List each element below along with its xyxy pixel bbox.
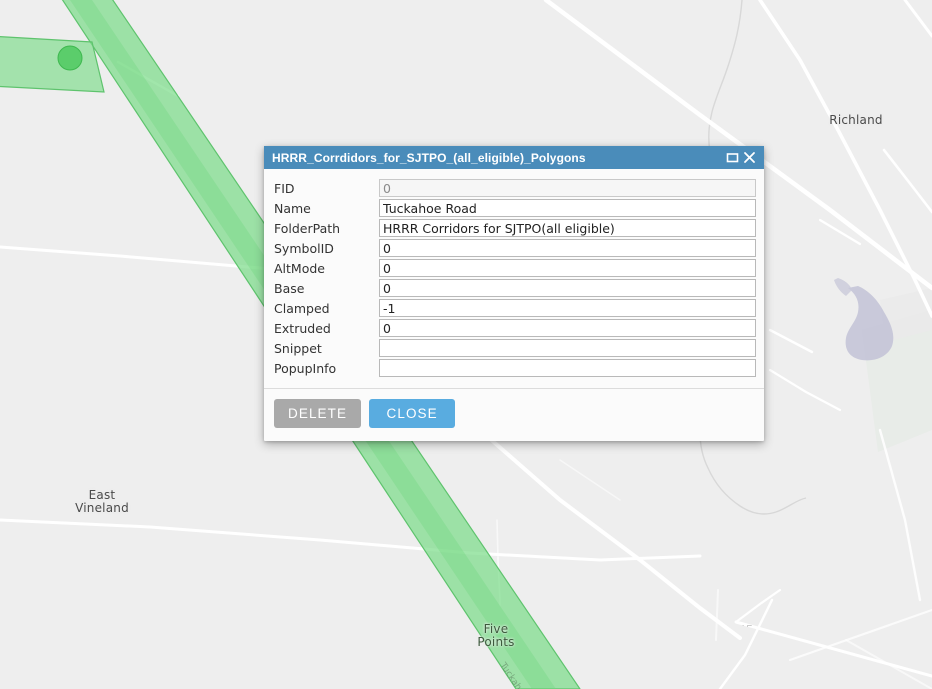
- attribute-row: Clamped: [274, 298, 756, 318]
- attribute-label: FolderPath: [274, 220, 341, 236]
- attribute-input-name[interactable]: [379, 199, 756, 217]
- application-root: Tuckahoe Rd · ⌐ Richland East Vineland F…: [0, 0, 932, 689]
- attribute-row: SymbolID: [274, 238, 756, 258]
- close-button[interactable]: CLOSE: [369, 399, 456, 428]
- attribute-input-clamped[interactable]: [379, 299, 756, 317]
- delete-button[interactable]: DELETE: [274, 399, 362, 428]
- attribute-label: AltMode: [274, 260, 325, 276]
- attribute-row: FolderPath: [274, 218, 756, 238]
- attribute-field-list: FID Name FolderPath SymbolID AltMode Base Clam…: [274, 178, 756, 378]
- attribute-input-symbolid[interactable]: [379, 239, 756, 257]
- close-icon[interactable]: [741, 149, 758, 166]
- attribute-label: Clamped: [274, 300, 330, 316]
- attribute-row: Extruded: [274, 318, 756, 338]
- attribute-label: Extruded: [274, 320, 331, 336]
- attribute-input-base[interactable]: [379, 279, 756, 297]
- dialog-body: FID Name FolderPath SymbolID AltMode Base Clam…: [264, 169, 764, 378]
- feature-attributes-dialog[interactable]: HRRR_Corrdidors_for_SJTPO_(all_eligible)…: [264, 146, 764, 441]
- attribute-row: FID: [274, 178, 756, 198]
- attribute-row: AltMode: [274, 258, 756, 278]
- attribute-input-folderpath[interactable]: [379, 219, 756, 237]
- corridor-vertex-marker[interactable]: [57, 45, 83, 71]
- map-minor-road-label: · ⌐: [742, 622, 752, 630]
- attribute-input-altmode[interactable]: [379, 259, 756, 277]
- dialog-title: HRRR_Corrdidors_for_SJTPO_(all_eligible)…: [272, 150, 586, 165]
- attribute-label: Base: [274, 280, 305, 296]
- dialog-footer: DELETE CLOSE: [264, 388, 764, 441]
- corridor-polygon-west-arm[interactable]: [0, 35, 105, 93]
- attribute-row: Base: [274, 278, 756, 298]
- dialog-titlebar[interactable]: HRRR_Corrdidors_for_SJTPO_(all_eligible)…: [264, 146, 764, 169]
- attribute-label: SymbolID: [274, 240, 334, 256]
- attribute-input-fid[interactable]: [379, 179, 756, 197]
- attribute-label: FID: [274, 180, 295, 196]
- attribute-input-extruded[interactable]: [379, 319, 756, 337]
- attribute-input-snippet[interactable]: [379, 339, 756, 357]
- attribute-label: Name: [274, 200, 311, 216]
- attribute-row: Name: [274, 198, 756, 218]
- attribute-row: PopupInfo: [274, 358, 756, 378]
- attribute-label: PopupInfo: [274, 360, 337, 376]
- attribute-row: Snippet: [274, 338, 756, 358]
- attribute-input-popupinfo[interactable]: [379, 359, 756, 377]
- maximize-icon[interactable]: [724, 149, 741, 166]
- attribute-label: Snippet: [274, 340, 322, 356]
